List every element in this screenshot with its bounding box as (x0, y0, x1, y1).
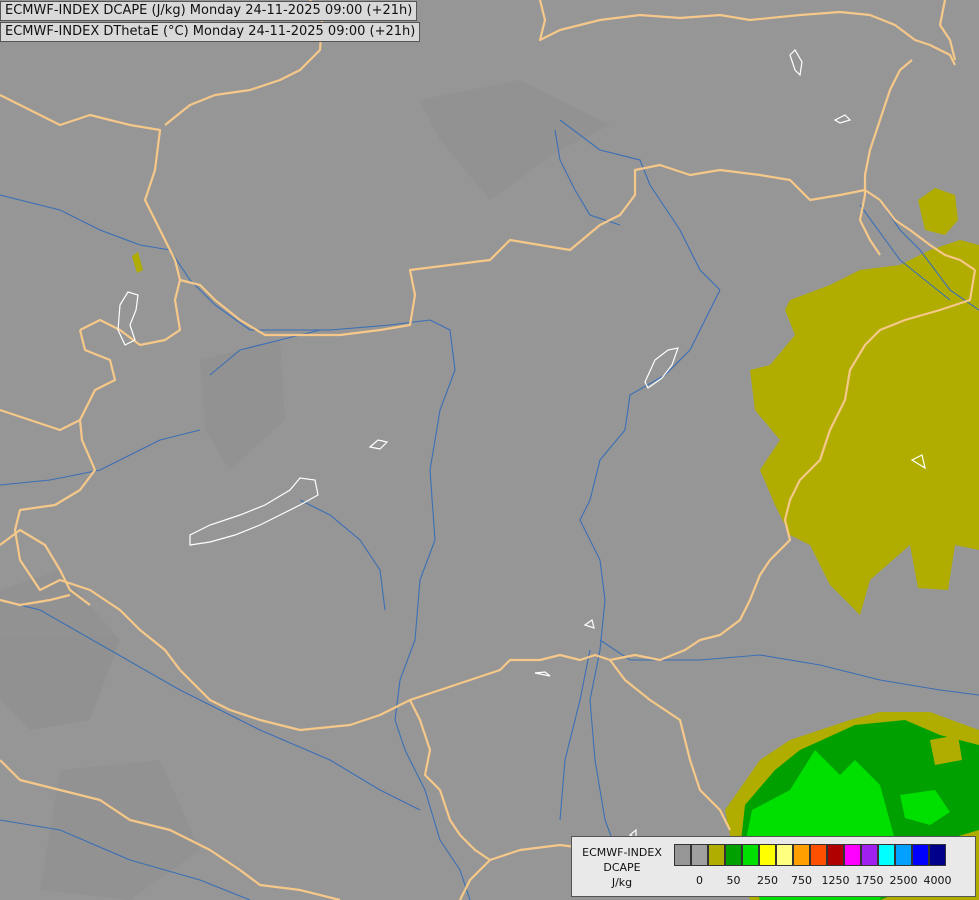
legend-tick-label: 250 (757, 874, 778, 887)
legend-tick-label: 750 (791, 874, 812, 887)
legend-tick-label: 4000 (923, 874, 952, 887)
shading-patches (0, 80, 610, 900)
dcape-olive-patch-w (132, 252, 143, 273)
legend-swatch-6 (776, 844, 793, 866)
dcape-olive-patch-ne (918, 188, 958, 235)
legend-swatch-1 (691, 844, 708, 866)
legend-swatch-7 (793, 844, 810, 866)
legend-swatch-15 (929, 844, 946, 866)
legend-tick-label: 50 (726, 874, 741, 887)
border-serbia-east (609, 659, 731, 831)
legend-swatch-10 (844, 844, 861, 866)
legend-tick-label: 1750 (855, 874, 884, 887)
legend-tick-label: 1250 (821, 874, 850, 887)
legend-swatch-4 (742, 844, 759, 866)
legend-unit: J/kg (611, 876, 633, 889)
border-west (79, 279, 182, 347)
lake-velence (368, 439, 389, 450)
legend-parameter: DCAPE (603, 861, 641, 874)
lake-tisza (644, 347, 679, 389)
lake-balaton (189, 477, 319, 546)
legend-swatch-8 (810, 844, 827, 866)
legend-swatch-14 (912, 844, 929, 866)
legend-model: ECMWF-INDEX (582, 846, 662, 859)
legend-swatch-3 (725, 844, 742, 866)
legend-swatch-2 (708, 844, 725, 866)
map-title-dthetae: ECMWF-INDEX DThetaE (°C) Monday 24-11-20… (0, 22, 421, 42)
dcape-olive-patch-se-inner (930, 735, 962, 765)
lake-ne-1 (789, 49, 803, 77)
legend-swatches (674, 844, 946, 866)
border-nw-extra (0, 408, 81, 432)
legend-swatch-9 (827, 844, 844, 866)
map-canvas (0, 0, 979, 900)
border-serbia (409, 699, 492, 900)
legend-swatch-5 (759, 844, 776, 866)
border-ukraine (858, 194, 881, 256)
legend-swatch-13 (895, 844, 912, 866)
border-east (863, 59, 913, 195)
map-title-dcape: ECMWF-INDEX DCAPE (J/kg) Monday 24-11-20… (0, 1, 418, 21)
lake-se-1 (583, 618, 595, 629)
border-north-2 (538, 0, 956, 66)
lake-ne-2 (833, 114, 852, 124)
legend-swatch-0 (674, 844, 691, 866)
legend-swatch-12 (878, 844, 895, 866)
legend-tick-label: 2500 (889, 874, 918, 887)
legend-swatch-11 (861, 844, 878, 866)
legend-title: ECMWF-INDEX DCAPE J/kg (574, 845, 670, 890)
lake-se-2 (534, 671, 551, 677)
legend-ticks: 0 50 250 750 1250 1750 2500 4000 (674, 874, 974, 888)
legend-tick-label: 0 (696, 874, 703, 887)
color-legend: ECMWF-INDEX DCAPE J/kg 0 50 250 750 1250 1750… (571, 836, 976, 897)
